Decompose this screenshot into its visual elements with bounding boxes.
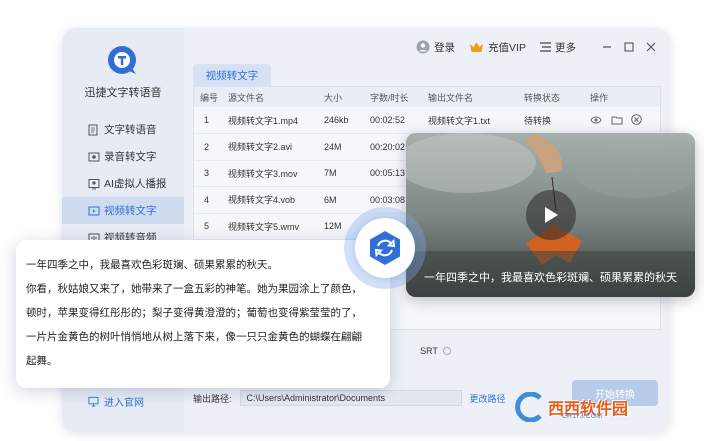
transcript-line: 一年四季之中，我最喜欢色彩斑斓、硕果累累的秋天。 [26,259,278,271]
login-label: 登录 [434,41,456,54]
cell-duration: 00:02:52 [364,107,422,134]
col-header-num: 编号 [194,87,222,107]
topbar: 登录 充值VIP 更多 [402,38,662,56]
sidebar-item-label: 视频转文字 [104,205,157,217]
output-path-value: C:\Users\Administrator\Documents [246,393,386,403]
cell-num: 4 [194,186,222,214]
sidebar-item-label: AI虚拟人播报 [104,178,167,190]
cell-output: 视频转文字1.txt [422,107,518,134]
app-title: 迅捷文字转语音 [84,87,162,99]
video-subtitle: 一年四季之中，我最喜欢色彩斑斓、硕果累累的秋天 [424,272,677,284]
srt-radio[interactable] [442,347,451,355]
watermark-sub: CR173.COM [562,413,603,420]
minimize-button[interactable] [596,39,618,55]
cell-size: 24M [318,133,364,161]
watermark: 西西软件园 CR173.COM [510,392,628,422]
close-icon [646,42,656,52]
menu-icon [540,42,551,52]
vip-button[interactable]: 充值VIP [469,40,526,55]
cell-num: 1 [194,107,222,134]
sidebar-nav: 文字转语音 录音转文字 AI虚拟人播报 视频转文字 视频转音频 [62,116,184,251]
cell-source: 视频转文字3.mov [222,160,318,187]
srt-option[interactable]: SRT [420,346,451,356]
col-header-source: 源文件名 [222,87,318,107]
cell-size: 246kb [318,107,364,134]
cell-source: 视频转文字2.avi [222,133,318,161]
convert-badge [344,207,426,289]
vip-label: 充值VIP [488,41,526,54]
minimize-icon [603,46,611,48]
sidebar-item-ai-avatar[interactable]: AI虚拟人播报 [62,170,184,197]
watermark-logo-icon [515,392,542,422]
preview-eye-icon[interactable] [590,115,602,125]
cell-num: 2 [194,133,222,161]
sidebar-item-label: 录音转文字 [104,151,157,163]
cell-actions [584,107,660,134]
tab-video-to-text[interactable]: 视频转文字 [193,64,271,86]
sidebar-item-recording-to-text[interactable]: 录音转文字 [62,143,184,170]
text-doc-icon [88,124,98,135]
transcript-line: 一片片金黄色的树叶悄悄地从树上落下来，像一只只金黄色的蝴蝶在翩翩 [26,331,362,343]
output-path-field[interactable]: C:\Users\Administrator\Documents [239,390,462,406]
play-icon [545,207,558,223]
cell-status: 待转换 [518,107,584,134]
more-label: 更多 [555,41,576,54]
cell-num: 3 [194,160,222,187]
video-preview[interactable]: 一年四季之中，我最喜欢色彩斑斓、硕果累累的秋天 [406,133,695,297]
cell-source: 视频转文字4.vob [222,186,318,214]
col-header-actions: 操作 [584,87,660,107]
folder-icon[interactable] [611,115,623,125]
col-header-output: 输出文件名 [422,87,518,107]
recorder-icon [88,152,100,161]
crown-icon [470,42,484,52]
user-icon [416,40,430,54]
sidebar-item-video-to-text[interactable]: 视频转文字 [62,197,184,224]
maximize-icon [624,42,634,52]
sidebar-item-text-to-speech[interactable]: 文字转语音 [62,116,184,143]
avatar-screen-icon [88,178,100,189]
output-path-label: 输出路径: [193,393,232,404]
cell-source: 视频转文字1.mp4 [222,107,318,134]
table-row[interactable]: 1 视频转文字1.mp4 246kb 00:02:52 视频转文字1.txt 待… [194,107,660,134]
close-button[interactable] [640,39,662,55]
login-button[interactable]: 登录 [416,40,455,55]
more-button[interactable]: 更多 [540,40,576,55]
change-path-link[interactable]: 更改路径 [470,392,506,405]
app-logo-icon [108,46,136,74]
cell-size: 7M [318,160,364,187]
video-text-icon [88,206,100,215]
transcript-line: 起舞。 [26,355,58,367]
cell-num: 5 [194,213,222,240]
col-header-size: 大小 [318,87,364,107]
sidebar-item-label: 文字转语音 [104,124,157,136]
maximize-button[interactable] [618,39,640,55]
official-site-label: 进入官网 [104,398,144,409]
srt-label: SRT [420,346,438,356]
col-header-status: 转换状态 [518,87,584,107]
window-controls [596,39,662,55]
convert-badge-inner [355,218,415,278]
table-header-row: 编号 源文件名 大小 字数/时长 输出文件名 转换状态 操作 [194,87,660,107]
convert-sync-icon [370,231,400,265]
transcript-line: 顿时，苹果变得红彤彤的；梨子变得黄澄澄的；葡萄也变得紫莹莹的了， [26,307,362,319]
official-site-link[interactable]: 进入官网 [88,394,144,409]
monitor-icon [88,396,99,407]
cell-size: 6M [318,186,364,214]
col-header-duration: 字数/时长 [364,87,422,107]
delete-circle-icon[interactable] [631,113,642,125]
cell-source: 视频转文字5.wmv [222,213,318,240]
play-button[interactable] [526,190,576,240]
output-path-row: 输出路径: C:\Users\Administrator\Documents 更… [193,390,506,406]
transcript-text-card: 一年四季之中，我最喜欢色彩斑斓、硕果累累的秋天。 你看，秋姑娘又来了，她带来了一… [16,240,390,388]
transcript-line: 你看，秋姑娘又来了，她带来了一盒五彩的神笔。她为果园涂上了颜色， [26,283,362,295]
